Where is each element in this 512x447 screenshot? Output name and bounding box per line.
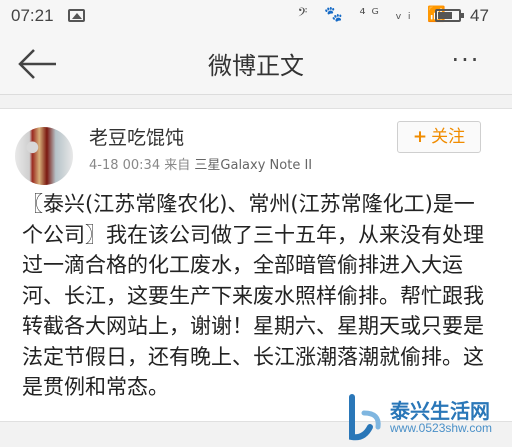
status-icons: 𝄢 🐾 ⁴ᴳ ᵥᵢ 📶 xyxy=(297,5,452,23)
battery-icon xyxy=(435,9,464,22)
post-content: 〖泰兴(江苏常隆农化)、常州(江苏常隆化工)是一个公司〗我在该公司做了三十五年，… xyxy=(22,192,484,399)
avatar[interactable] xyxy=(15,127,73,185)
status-time: 07:21 xyxy=(11,6,54,25)
image-notification-icon xyxy=(68,9,85,22)
watermark-url: www.0523shw.com xyxy=(390,421,493,435)
page-title: 微博正文 xyxy=(208,52,304,80)
plus-icon: + xyxy=(412,127,428,147)
battery-percent: 47 xyxy=(470,6,489,25)
more-options-button[interactable]: ··· xyxy=(438,46,494,82)
follow-button[interactable]: + 关注 xyxy=(397,121,481,153)
source-device[interactable]: 三星Galaxy Note II xyxy=(194,158,312,173)
username[interactable]: 老豆吃馄饨 xyxy=(89,123,184,150)
watermark: 泰兴生活网 www.0523shw.com xyxy=(338,393,506,443)
post-time: 4-18 00:34 xyxy=(89,158,161,173)
watermark-logo-icon xyxy=(349,394,381,441)
watermark-title: 泰兴生活网 xyxy=(390,399,490,423)
weibo-post-card: 老豆吃馄饨 4-18 00:34 来自 三星Galaxy Note II + 关注… xyxy=(0,108,512,422)
source-prefix: 来自 xyxy=(164,158,191,173)
status-bar: 07:21 𝄢 🐾 ⁴ᴳ ᵥᵢ 📶 47 xyxy=(0,0,512,32)
nav-bar: 微博正文 ··· xyxy=(0,32,512,95)
post-meta: 4-18 00:34 来自 三星Galaxy Note II xyxy=(89,154,312,173)
follow-label: 关注 xyxy=(431,127,466,147)
more-icon: ··· xyxy=(451,46,481,74)
